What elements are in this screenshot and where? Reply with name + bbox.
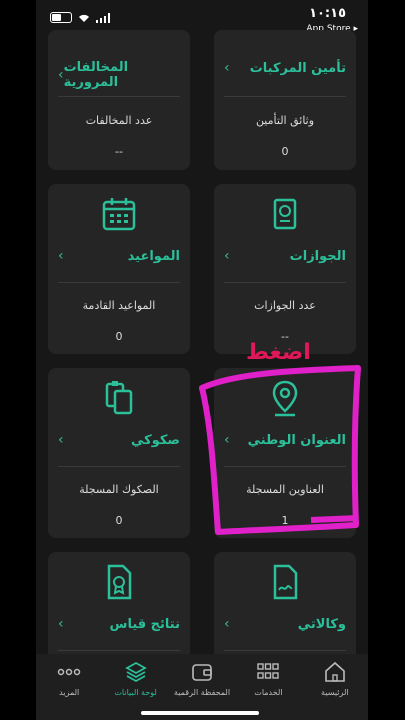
- home-icon: [325, 661, 345, 682]
- left-letterbox: [0, 0, 36, 720]
- more-dots-icon: [57, 668, 81, 676]
- nav-label: الرئيسية: [321, 688, 349, 697]
- nav-more[interactable]: المزيد: [36, 654, 102, 720]
- grid-icon: [257, 663, 280, 679]
- layers-icon: [124, 661, 147, 683]
- nav-label: الخدمات: [254, 688, 283, 697]
- nav-label: لوحة البيانات: [114, 688, 157, 697]
- app-screen: ١٠:١٥ App Store ▸ ‹ تأمين المركبات وثائق…: [36, 0, 368, 720]
- right-letterbox: [368, 0, 405, 720]
- wallet-icon: [192, 664, 212, 681]
- home-indicator[interactable]: [141, 711, 259, 715]
- nav-label: المزيد: [59, 688, 80, 697]
- nav-home[interactable]: الرئيسية: [302, 654, 368, 720]
- nav-label: المحفظة الرقمية: [173, 688, 231, 697]
- annotation-frame: [199, 365, 361, 535]
